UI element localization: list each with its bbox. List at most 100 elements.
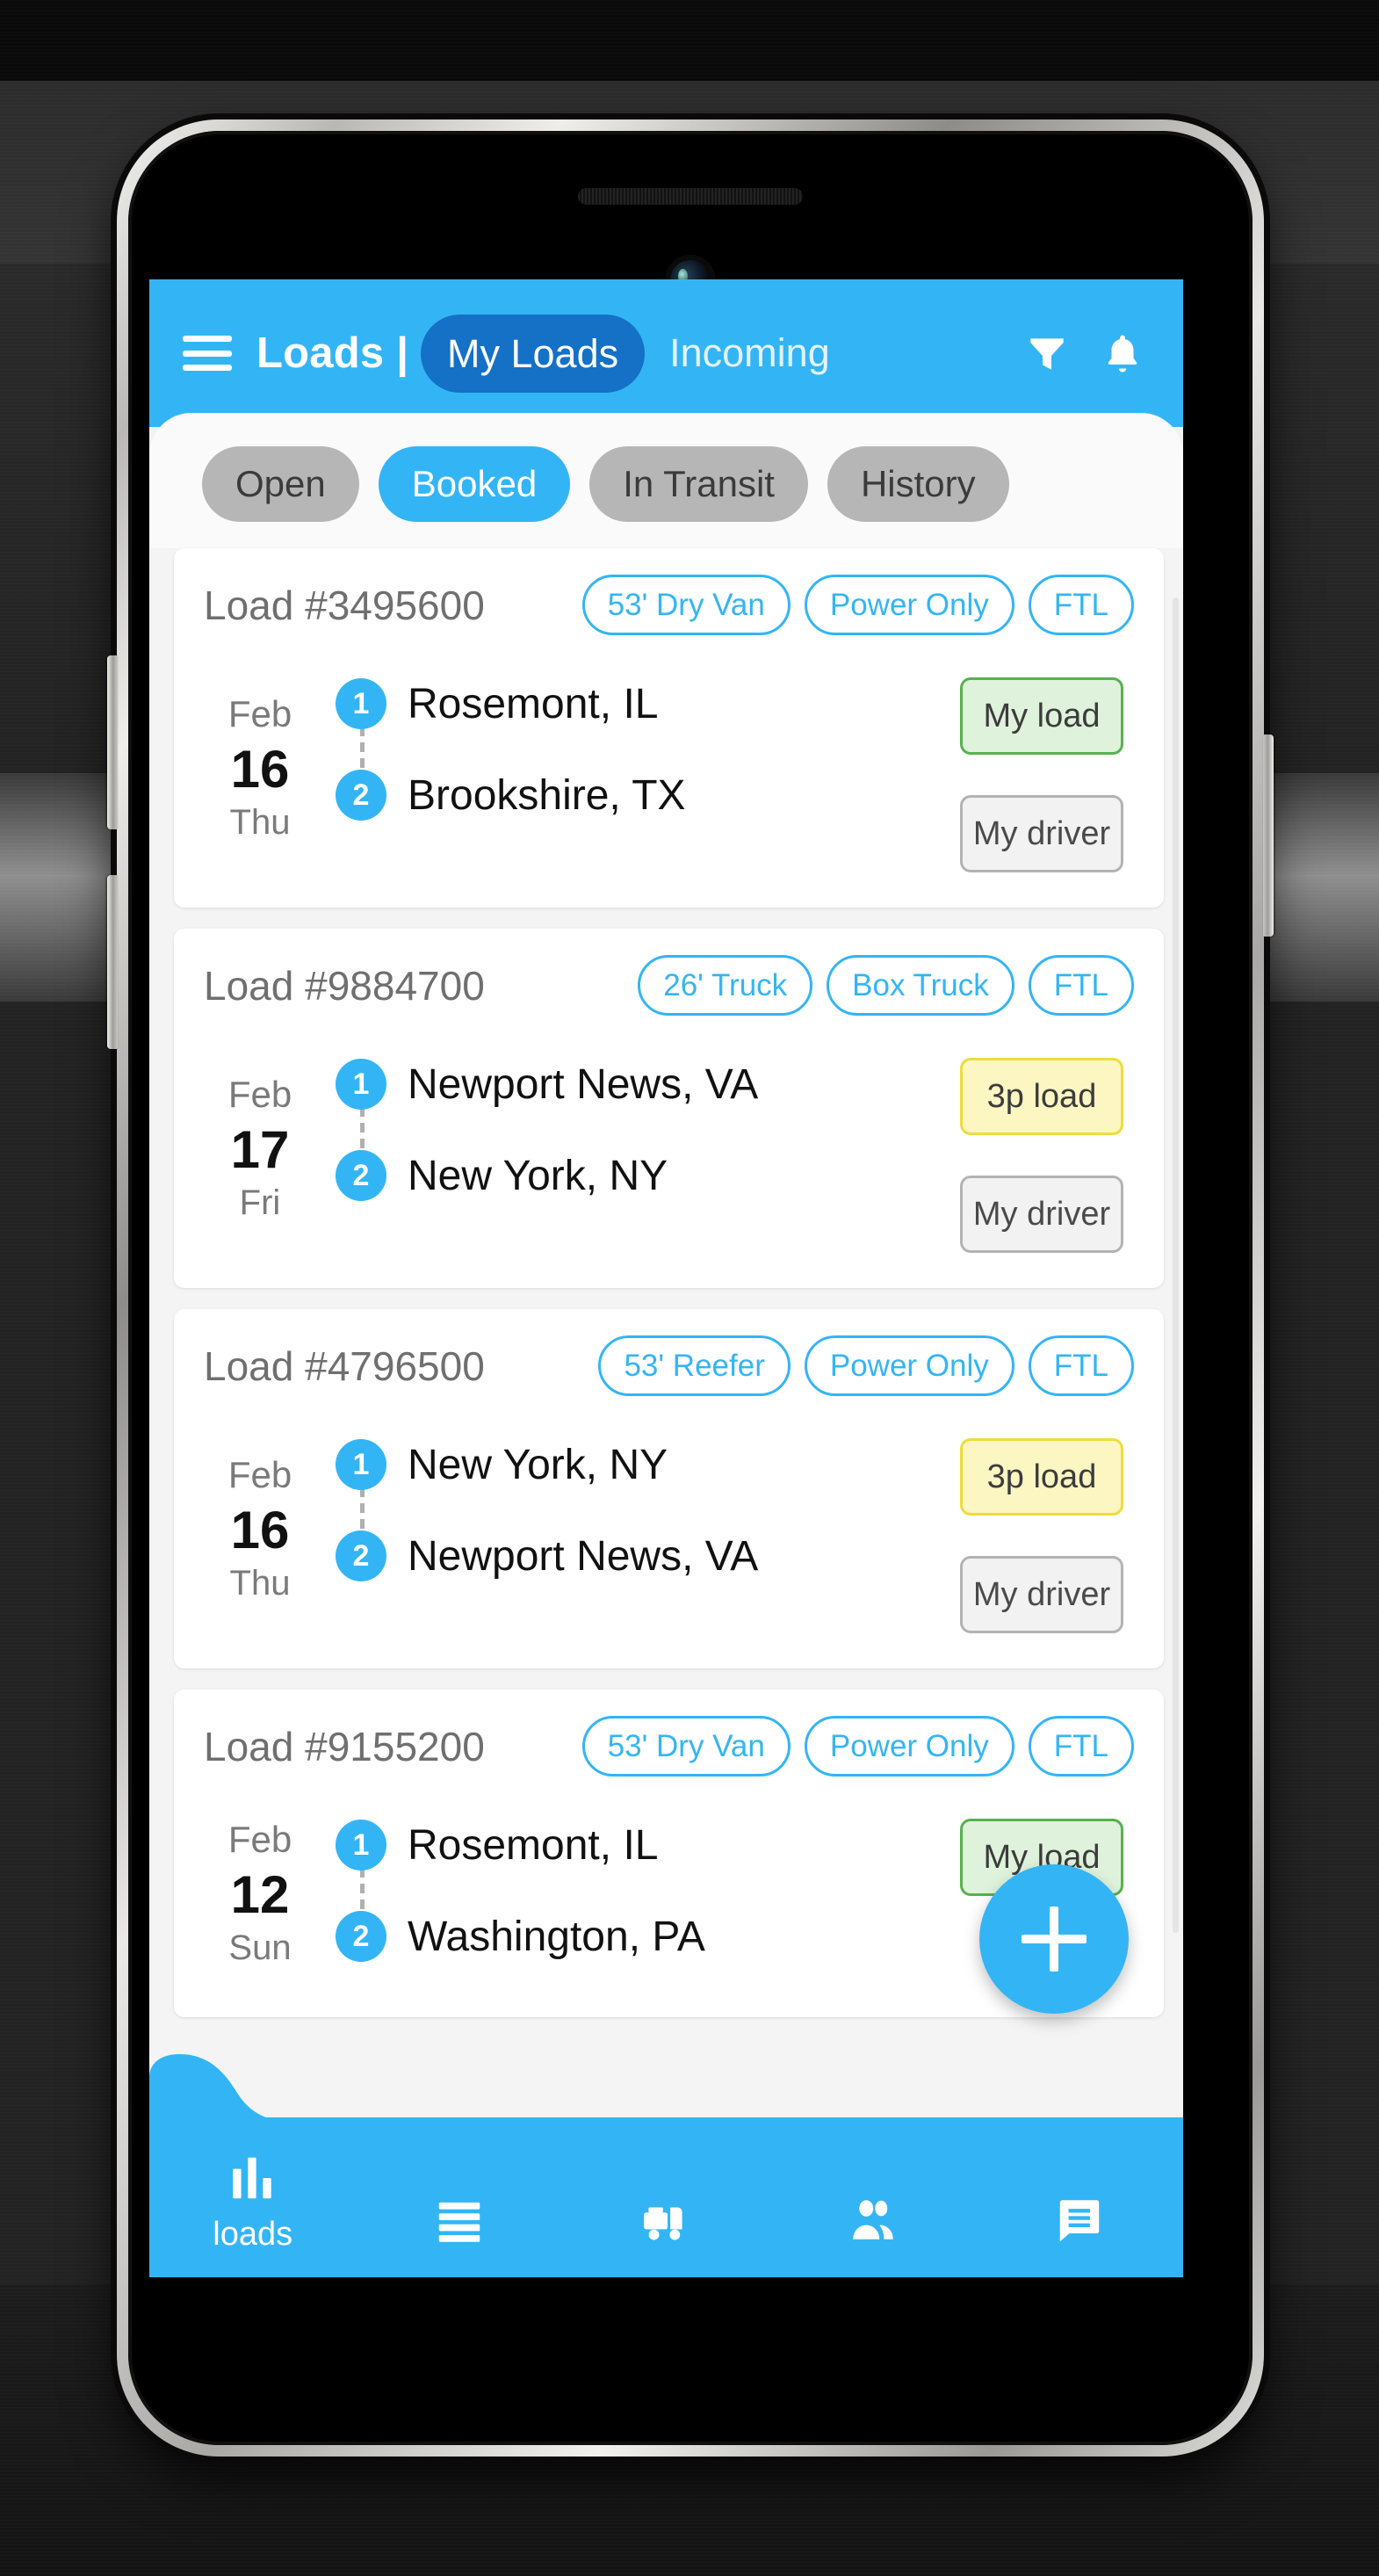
load-tag: 53' Dry Van <box>581 1716 791 1776</box>
load-stop-row: 1 Rosemont, IL <box>336 658 949 749</box>
load-date-day: 17 <box>230 1119 290 1179</box>
stop-connector-line <box>360 1868 365 1917</box>
status-chip-open[interactable]: Open <box>202 446 359 522</box>
load-badge-group: 3p load My driver <box>949 1038 1134 1253</box>
stop-location-name: New York, NY <box>408 1152 668 1199</box>
stop-number-badge: 1 <box>336 1439 386 1490</box>
page-title: Loads <box>256 329 385 377</box>
load-tag: 53' Reefer <box>598 1335 791 1396</box>
load-stops: 1 Rosemont, IL 2 Brookshire, TX <box>316 658 949 872</box>
load-card-header: Load #3495600 53' Dry Van Power Only FTL <box>204 575 1134 635</box>
notification-bell-icon[interactable] <box>1101 330 1144 376</box>
chat-message-icon <box>1060 2200 1100 2242</box>
loads-list[interactable]: Load #3495600 53' Dry Van Power Only FTL Feb… <box>149 548 1183 2017</box>
nav-label-loads: loads <box>213 2216 293 2253</box>
stop-number-badge: 2 <box>336 1530 386 1581</box>
load-card[interactable]: Load #3495600 53' Dry Van Power Only FTL Feb… <box>174 548 1164 908</box>
load-card-header: Load #4796500 53' Reefer Power Only FTL <box>204 1335 1134 1396</box>
load-tag: FTL <box>1028 955 1134 1016</box>
load-tag: FTL <box>1028 1335 1134 1396</box>
load-date-day: 12 <box>230 1864 290 1924</box>
filter-funnel-icon[interactable] <box>1025 330 1069 376</box>
app-screen: Loads | My Loads Incoming Open Booked In T… <box>149 279 1183 2277</box>
volume-up-button[interactable] <box>107 655 118 829</box>
status-chip-history[interactable]: History <box>827 446 1009 522</box>
status-badge[interactable]: My load <box>960 677 1123 755</box>
desk-backdrop: Loads | My Loads Incoming Open Booked In T… <box>0 0 1379 2576</box>
list-lines-icon <box>438 2202 480 2242</box>
tab-my-loads[interactable]: My Loads <box>421 314 646 393</box>
stop-number-badge: 1 <box>336 1059 386 1110</box>
load-date-month: Feb <box>227 1074 292 1116</box>
load-stop-row: 2 Newport News, VA <box>336 1510 949 1602</box>
load-date: Feb 17 Fri <box>204 1038 316 1253</box>
load-tag: Power Only <box>804 1335 1014 1396</box>
stop-location-name: Rosemont, IL <box>408 1821 659 1869</box>
nav-item-people[interactable] <box>769 2193 976 2277</box>
add-load-fab[interactable] <box>979 1864 1129 2014</box>
stop-number-badge: 2 <box>336 1911 386 1962</box>
load-date: Feb 16 Thu <box>204 1419 316 1633</box>
load-card-header: Load #9884700 26' Truck Box Truck FTL <box>204 955 1134 1016</box>
load-stop-row: 2 Brookshire, TX <box>336 749 949 841</box>
status-filter-tabs: Open Booked In Transit History <box>149 413 1183 548</box>
load-card[interactable]: Load #4796500 53' Reefer Power Only FTL Feb 1… <box>174 1309 1164 1668</box>
status-badge[interactable]: My driver <box>960 795 1123 872</box>
load-stops: 1 New York, NY 2 Newport News, VA <box>316 1419 949 1633</box>
load-id: Load #9155200 <box>204 1723 485 1769</box>
nav-item-trucks[interactable] <box>563 2193 769 2277</box>
bar-chart-icon <box>232 2157 271 2199</box>
load-date-month: Feb <box>227 693 292 735</box>
stop-connector-line <box>360 1107 365 1156</box>
load-id: Load #9884700 <box>204 962 485 1009</box>
load-tag: 53' Dry Van <box>581 575 791 635</box>
stop-location-name: New York, NY <box>408 1441 668 1488</box>
load-stops: 1 Rosemont, IL 2 Washington, PA <box>316 1799 949 1982</box>
stop-connector-line <box>360 1487 365 1537</box>
status-badge[interactable]: 3p load <box>960 1438 1123 1516</box>
load-card-body: Feb 17 Fri 1 Newport News, VA 2 New York, NY 3p… <box>204 1038 1134 1253</box>
load-date-weekday: Fri <box>239 1183 281 1222</box>
load-date-weekday: Thu <box>229 802 291 842</box>
load-card-header: Load #9155200 53' Dry Van Power Only FTL <box>204 1716 1134 1776</box>
status-badge[interactable]: 3p load <box>960 1058 1123 1135</box>
load-tag: Power Only <box>804 1716 1014 1776</box>
tab-incoming[interactable]: Incoming <box>669 330 830 376</box>
app-header-bar: Loads | My Loads Incoming <box>149 279 1183 427</box>
status-chip-booked[interactable]: Booked <box>378 446 571 522</box>
hamburger-menu-icon[interactable] <box>183 336 232 371</box>
volume-down-button[interactable] <box>107 875 118 1049</box>
nav-item-loads[interactable]: loads <box>149 2157 356 2277</box>
list-scrollbar[interactable] <box>1173 597 1179 1933</box>
stop-location-name: Newport News, VA <box>408 1060 759 1108</box>
load-card-body: Feb 16 Thu 1 Rosemont, IL 2 Brookshire, TX My l… <box>204 658 1134 872</box>
status-chip-in-transit[interactable]: In Transit <box>589 446 808 522</box>
stop-connector-line <box>360 727 365 776</box>
load-tag: Box Truck <box>827 955 1014 1016</box>
status-badge[interactable]: My driver <box>960 1176 1123 1253</box>
status-badge[interactable]: My driver <box>960 1556 1123 1633</box>
load-stop-row: 2 Washington, PA <box>336 1891 949 1982</box>
load-stop-row: 1 Rosemont, IL <box>336 1799 949 1891</box>
load-tag: Power Only <box>804 575 1014 635</box>
appbar-actions <box>1025 330 1144 376</box>
plus-icon-vertical <box>1050 1907 1058 1972</box>
load-date-day: 16 <box>230 1500 290 1559</box>
people-icon <box>853 2200 893 2240</box>
stop-number-badge: 2 <box>336 770 386 821</box>
nav-item-messages[interactable] <box>977 2193 1183 2277</box>
stop-number-badge: 2 <box>336 1150 386 1201</box>
load-date-day: 16 <box>230 739 290 799</box>
load-tag-group: 26' Truck Box Truck FTL <box>638 955 1134 1016</box>
power-button[interactable] <box>1263 734 1274 937</box>
stop-number-badge: 1 <box>336 678 386 729</box>
load-badge-group: My load My driver <box>949 658 1134 872</box>
load-id: Load #3495600 <box>204 582 485 628</box>
load-date-month: Feb <box>227 1454 292 1496</box>
load-date: Feb 16 Thu <box>204 658 316 872</box>
nav-item-list[interactable] <box>356 2193 562 2277</box>
stop-location-name: Rosemont, IL <box>408 680 659 727</box>
truck-icon <box>643 2207 682 2240</box>
load-stop-row: 1 New York, NY <box>336 1419 949 1510</box>
load-card[interactable]: Load #9884700 26' Truck Box Truck FTL Feb 17 F… <box>174 929 1164 1288</box>
